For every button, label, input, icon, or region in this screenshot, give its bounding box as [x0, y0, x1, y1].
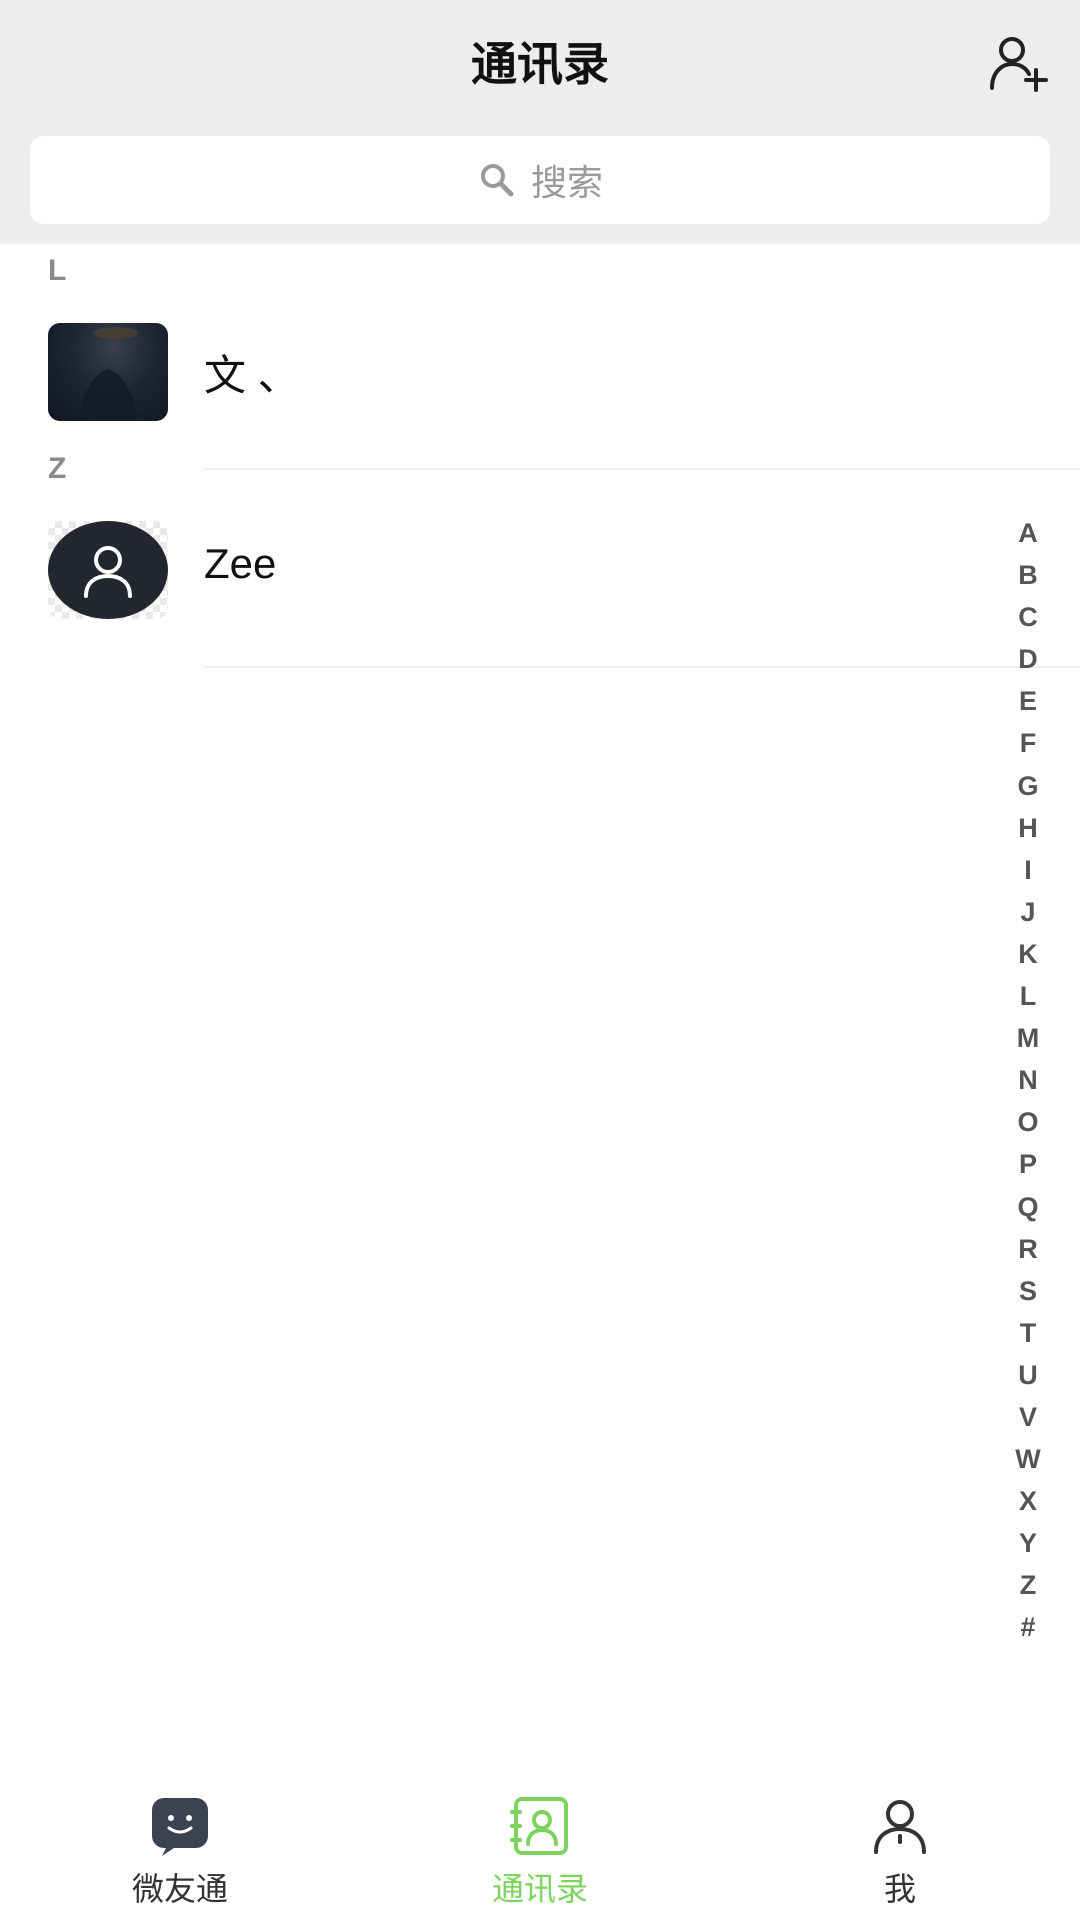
index-letter[interactable]: U [1000, 1354, 1056, 1396]
index-letter[interactable]: D [1000, 638, 1056, 680]
default-user-icon [48, 521, 168, 619]
index-letter[interactable]: M [1000, 1017, 1056, 1059]
index-letter[interactable]: N [1000, 1059, 1056, 1101]
index-letter[interactable]: Y [1000, 1522, 1056, 1564]
index-letter[interactable]: P [1000, 1143, 1056, 1185]
header-bar: 通讯录 搜索 [0, 0, 1080, 244]
contact-name: Zee [204, 540, 277, 587]
tab-chats[interactable]: 微友通 [0, 1776, 360, 1920]
search-input[interactable]: 搜索 [30, 136, 1050, 224]
index-letter[interactable]: O [1000, 1101, 1056, 1143]
chat-bubble-icon [150, 1796, 210, 1856]
add-contact-icon[interactable] [986, 30, 1050, 94]
index-letter[interactable]: # [1000, 1606, 1056, 1648]
index-letter[interactable]: H [1000, 807, 1056, 849]
index-letter[interactable]: Q [1000, 1186, 1056, 1228]
search-placeholder: 搜索 [530, 163, 603, 204]
tab-me[interactable]: 我 [720, 1776, 1080, 1920]
contacts-screen: 通讯录 搜索 L 文 、 Z Zee A B C D E F G H I J K… [0, 0, 1080, 1920]
contact-row[interactable]: 文 、 [0, 274, 1080, 470]
index-letter[interactable]: L [1000, 975, 1056, 1017]
index-letter[interactable]: I [1000, 849, 1056, 891]
index-letter[interactable]: X [1000, 1480, 1056, 1522]
index-letter[interactable]: E [1000, 680, 1056, 722]
index-letter[interactable]: T [1000, 1312, 1056, 1354]
contact-row[interactable]: Zee [0, 472, 1080, 668]
index-letter[interactable]: S [1000, 1270, 1056, 1312]
index-letter[interactable]: Z [1000, 1564, 1056, 1606]
page-title: 通讯录 [471, 37, 609, 91]
tab-contacts[interactable]: 通讯录 [360, 1776, 720, 1920]
index-letter[interactable]: W [1000, 1438, 1056, 1480]
alphabet-index[interactable]: A B C D E F G H I J K L M N O P Q R S T U V W X Y Z # [1000, 512, 1056, 1649]
avatar [48, 521, 168, 619]
person-icon [870, 1796, 930, 1856]
index-letter[interactable]: B [1000, 554, 1056, 596]
contact-name: 文 、 [204, 352, 300, 399]
divider [204, 666, 1080, 668]
index-letter[interactable]: R [1000, 1228, 1056, 1270]
index-letter[interactable]: C [1000, 596, 1056, 638]
search-icon [477, 160, 517, 200]
avatar [48, 323, 168, 421]
contacts-book-icon [510, 1796, 570, 1856]
tab-label: 我 [883, 1870, 916, 1908]
index-letter[interactable]: V [1000, 1396, 1056, 1438]
tab-label: 微友通 [131, 1870, 228, 1908]
index-letter[interactable]: G [1000, 765, 1056, 807]
index-letter[interactable]: F [1000, 722, 1056, 764]
index-letter[interactable]: A [1000, 512, 1056, 554]
index-letter[interactable]: J [1000, 891, 1056, 933]
divider [204, 468, 1080, 470]
tab-label: 通讯录 [491, 1870, 588, 1908]
index-letter[interactable]: K [1000, 933, 1056, 975]
bottom-tab-bar: 微友通 通讯录 我 [0, 1776, 1080, 1920]
